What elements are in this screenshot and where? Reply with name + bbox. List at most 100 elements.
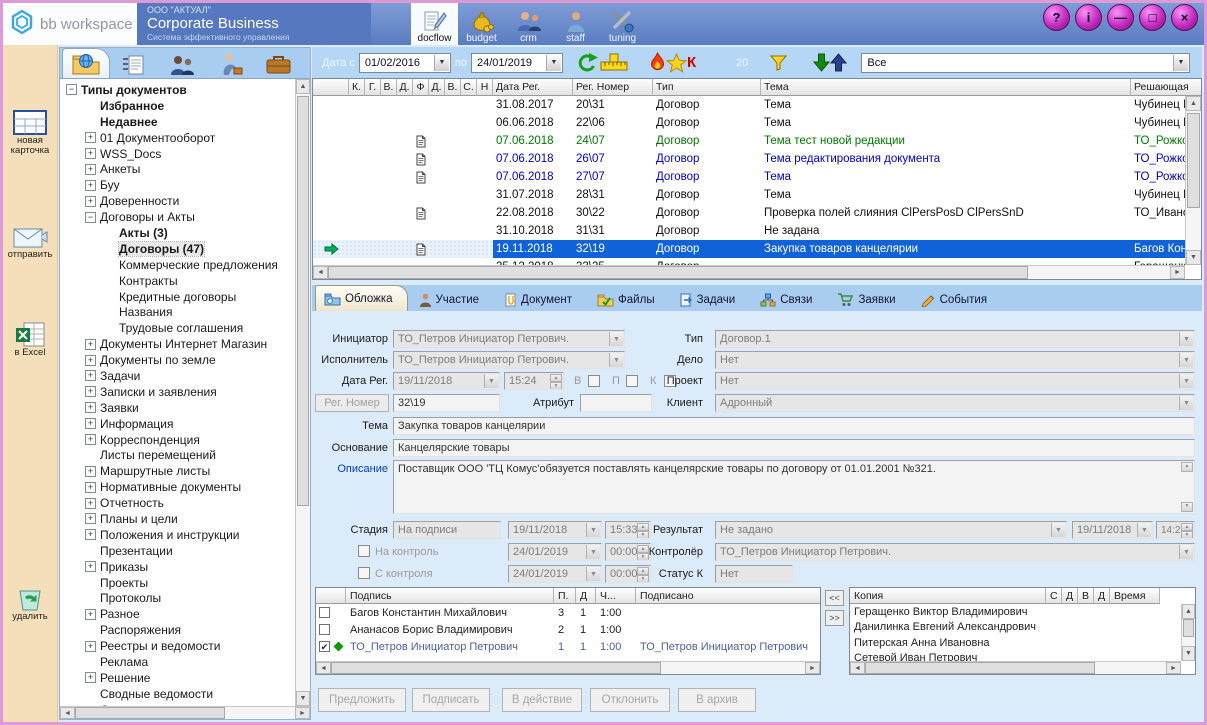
grid-column-header[interactable]: Г. <box>365 79 381 96</box>
copies-column-header[interactable]: Копия <box>850 588 1046 604</box>
table-row[interactable]: 25.12.201833\25ДоговорГеращенко <box>313 258 1185 265</box>
chevron-down-icon[interactable]: ▼ <box>484 374 498 388</box>
tab-events[interactable]: События <box>913 288 1001 311</box>
controller-select[interactable]: ТО_Петров Инициатор Петрович.▼ <box>715 543 1195 561</box>
chevron-down-icon[interactable]: ▼ <box>1179 332 1193 346</box>
tab-requests[interactable]: Заявки <box>829 288 909 311</box>
tree-item[interactable]: Акты (3) <box>60 225 310 241</box>
scroll-thumb[interactable] <box>328 266 1028 279</box>
action-button-3[interactable]: В действие <box>502 688 582 712</box>
grid-column-header[interactable]: С. <box>461 79 477 96</box>
tree-item[interactable]: Коммерческие предложения <box>60 257 310 273</box>
result-time-input[interactable]: 14:21▲▼ <box>1156 521 1195 539</box>
copies-vertical-scrollbar[interactable]: ▲ ▼ <box>1181 604 1195 661</box>
tree-item[interactable]: +Документы по земле <box>60 352 310 368</box>
tree-item[interactable]: +Буу <box>60 177 310 193</box>
signers-column-header[interactable] <box>316 588 346 604</box>
description-textarea[interactable]: Поставщик ООО 'ТЦ Комус'обязуется постав… <box>393 460 1195 514</box>
scroll-down-icon[interactable]: ▼ <box>296 691 310 706</box>
tree-tab-contacts[interactable] <box>158 51 206 78</box>
grid-horizontal-scrollbar[interactable]: ◄ ► <box>313 265 1185 279</box>
tree-item[interactable]: −Договоры и Акты <box>60 209 310 225</box>
scroll-left-icon[interactable]: ◄ <box>316 662 331 674</box>
expander-plus-icon[interactable]: + <box>85 402 96 413</box>
help-button[interactable]: ? <box>1043 4 1070 31</box>
table-row[interactable]: 31.07.201828\31ДоговорТемаЧубинец Ки <box>313 186 1185 204</box>
reg-time-input[interactable]: 15:24▲▼ <box>504 372 564 390</box>
executor-select[interactable]: ТО_Петров Инициатор Петрович.▼ <box>393 351 625 369</box>
tree-item[interactable]: +Нормативные документы <box>60 479 310 495</box>
signers-column-header[interactable]: Подпись <box>346 588 554 604</box>
chevron-down-icon[interactable]: ▼ <box>1179 396 1193 410</box>
expander-plus-icon[interactable]: + <box>85 132 96 143</box>
tab-links[interactable]: Связи <box>752 288 826 311</box>
hot-documents-icon[interactable] <box>649 52 666 73</box>
signer-row[interactable]: Багов Константин Михайлович311:00 <box>316 604 820 621</box>
scroll-down-icon[interactable]: ▼ <box>1181 502 1193 512</box>
scroll-thumb[interactable] <box>331 662 661 674</box>
close-button[interactable]: × <box>1171 4 1198 31</box>
module-tuning[interactable]: tuning <box>599 3 646 45</box>
copies-column-header[interactable]: В <box>1078 588 1094 604</box>
on-control-date-input[interactable]: 24/01/2019▼ <box>508 543 602 561</box>
reg-date-input[interactable]: 19/11/2018▼ <box>393 372 500 390</box>
chevron-down-icon[interactable]: ▼ <box>609 353 623 367</box>
table-row[interactable]: 06.06.201822\06ДоговорТемаЧубинец Ки <box>313 114 1185 132</box>
tree-item[interactable]: Сводные ведомости <box>60 686 310 702</box>
tree-item[interactable]: Презентации <box>60 543 310 559</box>
copies-column-header[interactable]: С <box>1046 588 1062 604</box>
table-row[interactable]: 07.06.201827\07ДоговорТемаТО_Рожко <box>313 168 1185 186</box>
scroll-up-icon[interactable]: ▲ <box>1186 96 1201 111</box>
expander-plus-icon[interactable]: + <box>85 386 96 397</box>
date-to-input[interactable]: 24/01/2019 ▼ <box>471 53 563 73</box>
expander-plus-icon[interactable]: + <box>85 482 96 493</box>
chevron-down-icon[interactable]: ▼ <box>546 55 561 71</box>
refresh-icon[interactable] <box>575 52 599 73</box>
tree-item[interactable]: +01 Документооборот <box>60 130 310 146</box>
expander-plus-icon[interactable]: + <box>85 672 96 683</box>
chevron-down-icon[interactable]: ▼ <box>1179 353 1193 367</box>
expander-plus-icon[interactable]: + <box>85 339 96 350</box>
off-control-date-input[interactable]: 24/01/2019▼ <box>508 565 602 583</box>
signer-row[interactable]: Ананасов Борис Владимирович211:00 <box>316 621 820 638</box>
grid-column-header[interactable]: Дата Рег. <box>493 79 573 96</box>
expander-plus-icon[interactable]: + <box>85 466 96 477</box>
grid-column-header[interactable]: В. <box>445 79 461 96</box>
theme-input[interactable]: Закупка товаров канцелярии <box>393 417 1195 435</box>
scroll-thumb[interactable] <box>865 662 1095 674</box>
client-select[interactable]: Адронный▼ <box>715 394 1195 412</box>
scroll-thumb[interactable] <box>297 96 309 506</box>
tree-item[interactable]: −Типы документов <box>60 82 310 98</box>
tab-document[interactable]: Документ <box>496 288 586 311</box>
expander-plus-icon[interactable]: + <box>85 355 96 366</box>
module-budget[interactable]: budget <box>458 3 505 45</box>
expander-plus-icon[interactable]: + <box>85 529 96 540</box>
tab-tasks[interactable]: Задачи <box>672 288 750 311</box>
move-up-icon[interactable] <box>830 53 847 72</box>
date-from-input[interactable]: 01/02/2016 ▼ <box>359 53 451 73</box>
tree-item[interactable]: Листы перемещений <box>60 447 310 463</box>
signed-checkbox[interactable] <box>319 607 330 618</box>
table-row[interactable]: 07.06.201826\07ДоговорТема редактировани… <box>313 150 1185 168</box>
to-excel-button[interactable]: в Excel <box>3 321 57 358</box>
flag-v-checkbox[interactable] <box>588 375 600 387</box>
copy-row[interactable]: Данилинка Евгений Александрович <box>850 620 1195 636</box>
chevron-down-icon[interactable]: ▼ <box>609 332 623 346</box>
tree-item[interactable]: +Разное <box>60 606 310 622</box>
favorites-icon[interactable] <box>666 53 687 73</box>
table-row[interactable]: 07.06.201824\07ДоговорТема тест новой ре… <box>313 132 1185 150</box>
module-crm[interactable]: crm <box>505 3 552 45</box>
chevron-down-icon[interactable]: ▼ <box>1137 523 1151 537</box>
scroll-up-icon[interactable]: ▲ <box>1181 462 1193 472</box>
module-docflow[interactable]: docflow <box>411 3 458 45</box>
tree-item[interactable]: +Реестры и ведомости <box>60 638 310 654</box>
tree-item[interactable]: +Приказы <box>60 559 310 575</box>
expander-plus-icon[interactable]: + <box>85 561 96 572</box>
expander-plus-icon[interactable]: + <box>85 148 96 159</box>
expander-plus-icon[interactable]: + <box>85 641 96 652</box>
tree-item[interactable]: Распоряжения <box>60 622 310 638</box>
tree-item[interactable]: +Доверенности <box>60 193 310 209</box>
result-date-input[interactable]: 19/11/2018▼ <box>1072 521 1153 539</box>
reg-number-button[interactable]: Рег. Номер <box>315 394 389 412</box>
expander-minus-icon[interactable]: − <box>85 212 96 223</box>
